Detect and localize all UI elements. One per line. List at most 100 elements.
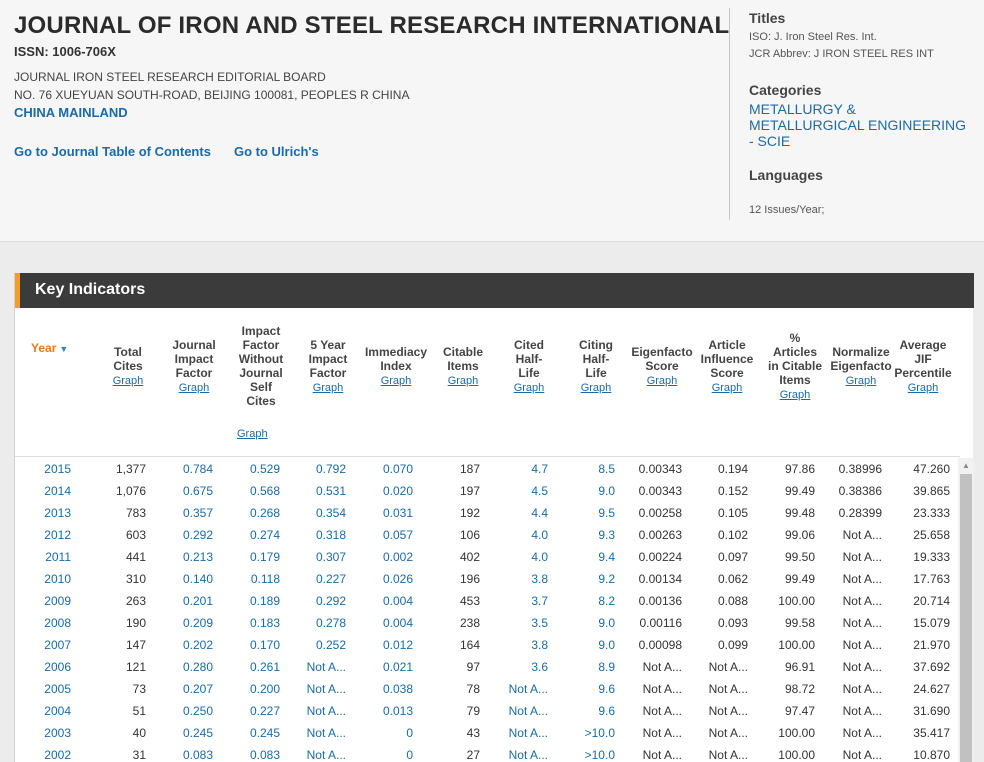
table-cell[interactable]: 4.0 [488, 524, 548, 546]
table-cell[interactable]: 8.2 [555, 590, 615, 612]
year-cell[interactable]: 2002 [21, 744, 71, 762]
table-cell[interactable]: 0.675 [153, 480, 213, 502]
table-cell[interactable]: 0.784 [153, 458, 213, 480]
graph-link[interactable]: Graph [514, 381, 545, 395]
graph-link[interactable]: Graph [780, 388, 811, 402]
year-cell[interactable]: 2009 [21, 590, 71, 612]
table-cell[interactable]: 0.118 [220, 568, 280, 590]
table-cell[interactable]: Not A... [488, 700, 548, 722]
table-cell[interactable]: 9.3 [555, 524, 615, 546]
table-cell[interactable]: 0.183 [220, 612, 280, 634]
table-cell[interactable]: 0.209 [153, 612, 213, 634]
graph-link-if-without-self[interactable]: Graph [237, 428, 268, 440]
table-cell[interactable]: 0.057 [353, 524, 413, 546]
year-cell[interactable]: 2015 [21, 458, 71, 480]
category-link[interactable]: METALLURGY & METALLURGICAL ENGINEERING -… [749, 101, 974, 149]
graph-link[interactable]: Graph [647, 374, 678, 388]
table-cell[interactable]: Not A... [488, 722, 548, 744]
graph-link[interactable]: Graph [381, 374, 412, 388]
graph-link[interactable]: Graph [313, 381, 344, 395]
triangle-up-icon[interactable]: ▲ [958, 458, 974, 473]
table-cell[interactable]: 0.292 [153, 524, 213, 546]
table-cell[interactable]: 0.357 [153, 502, 213, 524]
table-cell[interactable]: Not A... [286, 722, 346, 744]
year-cell[interactable]: 2006 [21, 656, 71, 678]
table-cell[interactable]: >10.0 [555, 744, 615, 762]
table-cell[interactable]: 3.8 [488, 568, 548, 590]
table-cell[interactable]: 0 [353, 722, 413, 744]
journal-toc-link[interactable]: Go to Journal Table of Contents [14, 144, 211, 159]
year-cell[interactable]: 2003 [21, 722, 71, 744]
table-cell[interactable]: 3.6 [488, 656, 548, 678]
table-cell[interactable]: 0.354 [286, 502, 346, 524]
table-cell[interactable]: 0.261 [220, 656, 280, 678]
table-cell[interactable]: 4.0 [488, 546, 548, 568]
table-cell[interactable]: 0.140 [153, 568, 213, 590]
table-cell[interactable]: 0.318 [286, 524, 346, 546]
table-cell[interactable]: 0.004 [353, 612, 413, 634]
table-cell[interactable]: 0.274 [220, 524, 280, 546]
table-cell[interactable]: 0.278 [286, 612, 346, 634]
table-cell[interactable]: 0.170 [220, 634, 280, 656]
table-cell[interactable]: 9.0 [555, 634, 615, 656]
table-cell[interactable]: 9.0 [555, 480, 615, 502]
ulrich-link[interactable]: Go to Ulrich's [234, 144, 319, 159]
table-cell[interactable]: 0.013 [353, 700, 413, 722]
table-cell[interactable]: 0.026 [353, 568, 413, 590]
table-cell[interactable]: 0.083 [220, 744, 280, 762]
table-cell[interactable]: 0.004 [353, 590, 413, 612]
scrollbar-thumb[interactable] [960, 474, 972, 762]
scrollbar[interactable]: ▲ [958, 458, 974, 762]
table-cell[interactable]: 9.6 [555, 678, 615, 700]
graph-link[interactable]: Graph [908, 381, 939, 395]
table-cell[interactable]: Not A... [286, 700, 346, 722]
table-cell[interactable]: 0.200 [220, 678, 280, 700]
table-cell[interactable]: 0.070 [353, 458, 413, 480]
table-cell[interactable]: 0.252 [286, 634, 346, 656]
table-cell[interactable]: 0.792 [286, 458, 346, 480]
table-cell[interactable]: 0.307 [286, 546, 346, 568]
table-cell[interactable]: 4.5 [488, 480, 548, 502]
graph-link[interactable]: Graph [712, 381, 743, 395]
table-cell[interactable]: 3.5 [488, 612, 548, 634]
table-cell[interactable]: 0.529 [220, 458, 280, 480]
table-cell[interactable]: 0.201 [153, 590, 213, 612]
table-cell[interactable]: Not A... [286, 744, 346, 762]
table-cell[interactable]: 0.280 [153, 656, 213, 678]
table-cell[interactable]: 0.227 [286, 568, 346, 590]
table-cell[interactable]: Not A... [286, 656, 346, 678]
table-cell[interactable]: 9.0 [555, 612, 615, 634]
table-cell[interactable]: 0.189 [220, 590, 280, 612]
table-cell[interactable]: 0 [353, 744, 413, 762]
table-cell[interactable]: Not A... [488, 744, 548, 762]
table-cell[interactable]: 0.012 [353, 634, 413, 656]
table-cell[interactable]: 0.038 [353, 678, 413, 700]
table-cell[interactable]: 0.568 [220, 480, 280, 502]
year-cell[interactable]: 2005 [21, 678, 71, 700]
graph-link[interactable]: Graph [581, 381, 612, 395]
year-cell[interactable]: 2010 [21, 568, 71, 590]
table-cell[interactable]: >10.0 [555, 722, 615, 744]
table-cell[interactable]: 0.531 [286, 480, 346, 502]
table-cell[interactable]: 0.002 [353, 546, 413, 568]
table-cell[interactable]: 0.245 [153, 722, 213, 744]
year-column-header[interactable]: Year ▼ [31, 341, 68, 355]
table-cell[interactable]: 3.7 [488, 590, 548, 612]
table-cell[interactable]: 9.4 [555, 546, 615, 568]
table-cell[interactable]: 9.6 [555, 700, 615, 722]
table-cell[interactable]: 4.4 [488, 502, 548, 524]
year-cell[interactable]: 2014 [21, 480, 71, 502]
graph-link[interactable]: Graph [448, 374, 479, 388]
table-cell[interactable]: 0.179 [220, 546, 280, 568]
year-cell[interactable]: 2013 [21, 502, 71, 524]
table-cell[interactable]: 0.083 [153, 744, 213, 762]
year-cell[interactable]: 2011 [21, 546, 71, 568]
graph-link[interactable]: Graph [179, 381, 210, 395]
table-cell[interactable]: 0.202 [153, 634, 213, 656]
table-cell[interactable]: 4.7 [488, 458, 548, 480]
table-cell[interactable]: 0.250 [153, 700, 213, 722]
year-cell[interactable]: 2004 [21, 700, 71, 722]
table-cell[interactable]: 8.9 [555, 656, 615, 678]
graph-link[interactable]: Graph [113, 374, 144, 388]
graph-link[interactable]: Graph [846, 374, 877, 388]
